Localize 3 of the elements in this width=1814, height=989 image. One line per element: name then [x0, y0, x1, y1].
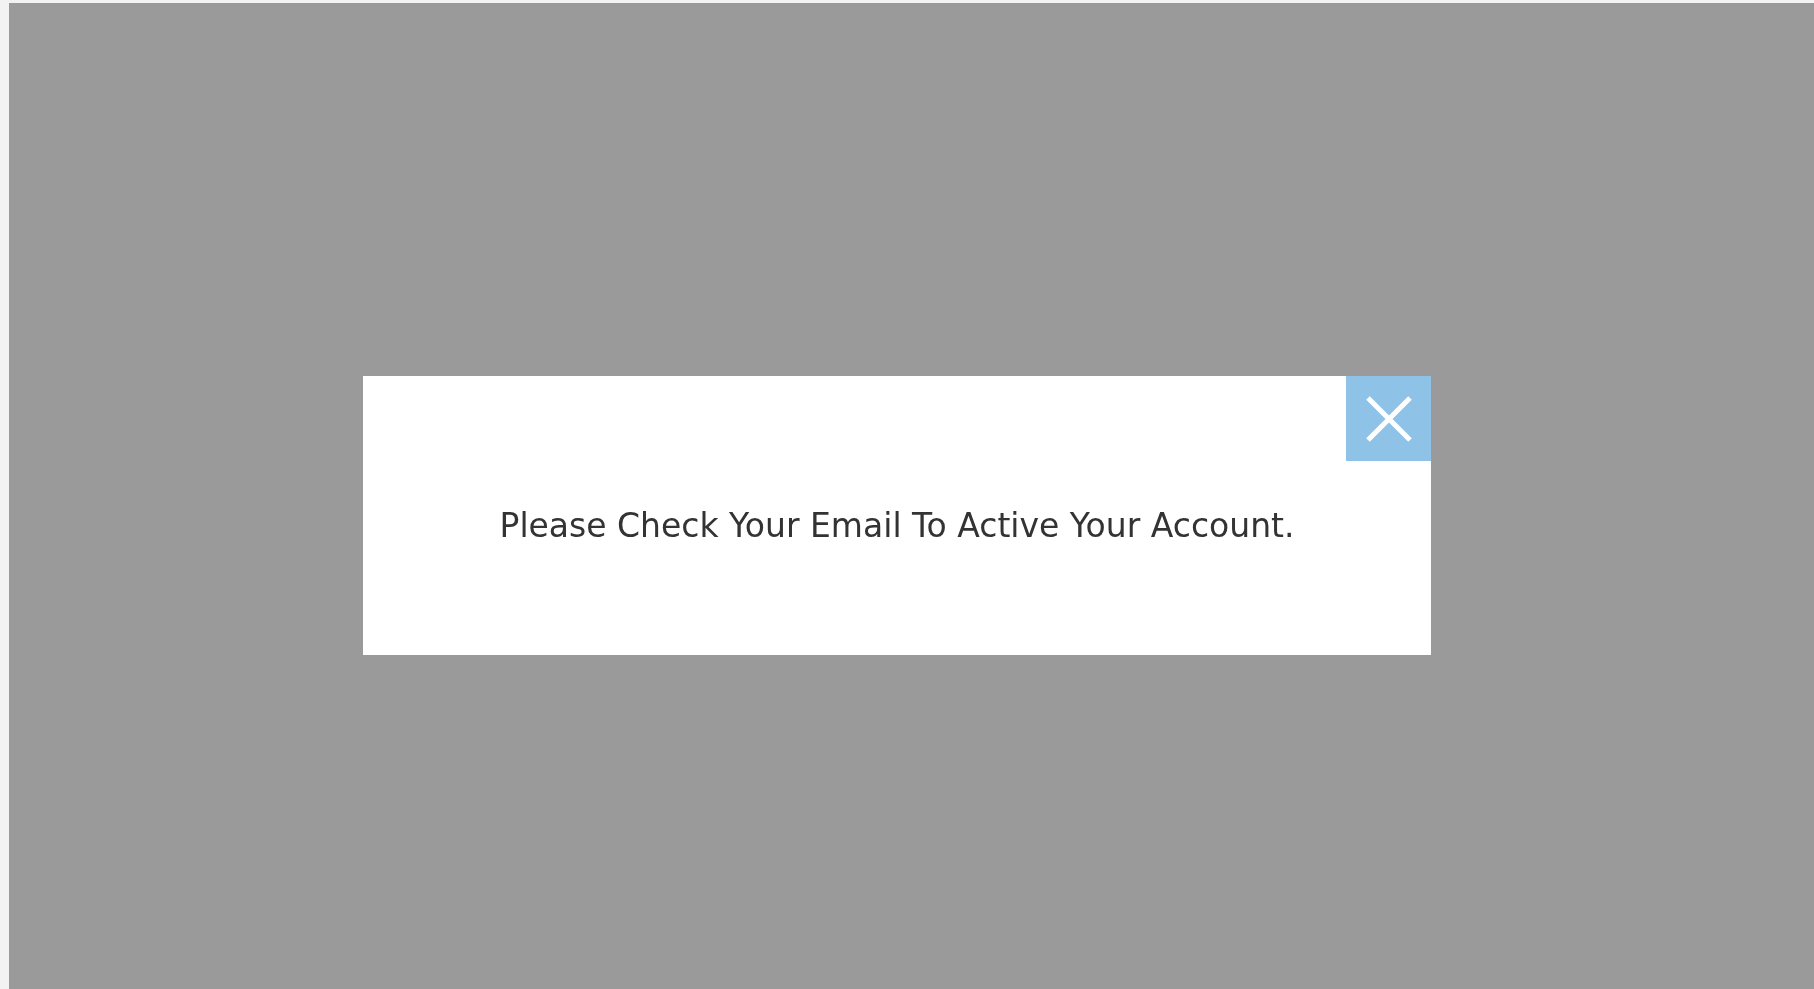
- dialog-message: Please Check Your Email To Active Your Account.: [499, 506, 1295, 545]
- close-icon: [1363, 393, 1414, 444]
- close-button[interactable]: [1346, 376, 1431, 461]
